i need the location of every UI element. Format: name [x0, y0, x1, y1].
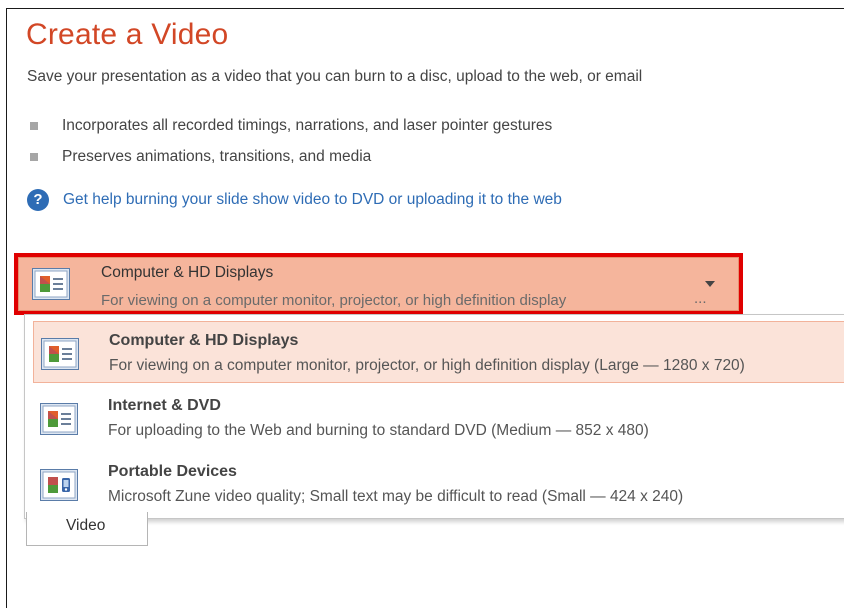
page-title: Create a Video: [26, 18, 229, 51]
monitor-display-icon: [41, 338, 79, 375]
monitor-display-icon: [40, 403, 78, 440]
option-subtitle: Microsoft Zune video quality; Small text…: [108, 488, 684, 505]
bullet-item: Incorporates all recorded timings, narra…: [30, 117, 552, 135]
chevron-down-icon[interactable]: [705, 281, 715, 287]
bullet-text: Incorporates all recorded timings, narra…: [62, 117, 553, 134]
option-title: Computer & HD Displays: [109, 332, 299, 349]
option-subtitle: For viewing on a computer monitor, proje…: [109, 357, 745, 374]
option-internet-dvd[interactable]: Internet & DVD For uploading to the Web …: [33, 387, 844, 449]
option-title: Portable Devices: [108, 463, 237, 480]
option-subtitle: For uploading to the Web and burning to …: [108, 422, 649, 439]
create-video-button[interactable]: Video: [26, 512, 148, 546]
option-computer-hd[interactable]: Computer & HD Displays For viewing on a …: [33, 321, 844, 383]
monitor-display-icon: [32, 268, 70, 305]
create-video-button-label: Video: [66, 517, 106, 534]
question-icon[interactable]: ?: [27, 189, 49, 211]
portable-device-icon: [40, 469, 78, 506]
bullet-square-icon: [30, 122, 38, 130]
option-portable-devices[interactable]: Portable Devices Microsoft Zune video qu…: [33, 453, 844, 515]
quality-dropdown-list: Computer & HD Displays For viewing on a …: [24, 314, 844, 519]
option-title: Internet & DVD: [108, 397, 221, 414]
dropdown-selected-title: Computer & HD Displays: [101, 264, 274, 281]
quality-dropdown[interactable]: Computer & HD Displays For viewing on a …: [14, 253, 743, 315]
dropdown-ellipsis: ...: [694, 290, 707, 307]
bullet-item: Preserves animations, transitions, and m…: [30, 148, 371, 166]
page-description: Save your presentation as a video that y…: [27, 68, 643, 85]
bullet-text: Preserves animations, transitions, and m…: [62, 148, 372, 165]
help-link[interactable]: Get help burning your slide show video t…: [63, 191, 562, 209]
help-row[interactable]: ? Get help burning your slide show video…: [27, 189, 562, 211]
bullet-square-icon: [30, 153, 38, 161]
dropdown-selected-subtitle: For viewing on a computer monitor, proje…: [101, 292, 567, 309]
